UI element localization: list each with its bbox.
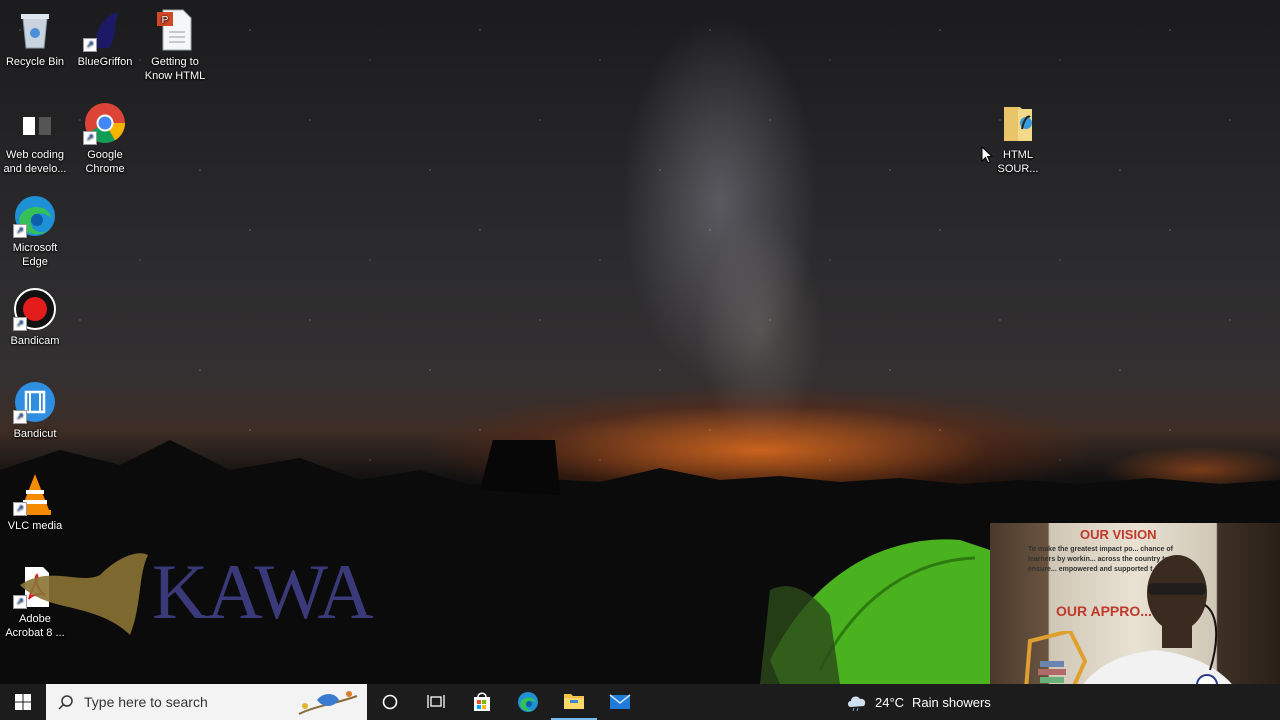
- bandicam-icon: ↗: [13, 287, 57, 331]
- bluegriffon-icon: ↗: [83, 8, 127, 52]
- cortana-button[interactable]: [367, 684, 413, 720]
- vlc-media-shortcut[interactable]: ↗ VLC media: [0, 472, 70, 533]
- shortcut-arrow-icon: ↗: [83, 38, 97, 52]
- windows-logo-icon: [15, 694, 31, 710]
- vlc-icon: ↗: [13, 472, 57, 516]
- shortcut-arrow-icon: ↗: [83, 131, 97, 145]
- rain-cloud-icon: [848, 696, 866, 711]
- shortcut-arrow-icon: ↗: [13, 410, 27, 424]
- icon-label: VLC media: [7, 520, 63, 532]
- bluegriffon-shortcut[interactable]: ↗ BlueGriffon: [70, 8, 140, 69]
- svg-text:P: P: [162, 15, 169, 26]
- search-icon: [58, 695, 73, 710]
- getting-to-know-html-shortcut[interactable]: P Getting to Know HTML: [140, 8, 210, 83]
- icon-label: Google Chrome: [85, 149, 125, 175]
- start-button[interactable]: [0, 684, 46, 720]
- icon-label: Bandicut: [13, 428, 57, 440]
- weather-widget[interactable]: 24°C Rain showers: [846, 684, 991, 720]
- file-explorer-icon: [564, 694, 584, 709]
- icon-label: Microsoft Edge: [12, 242, 58, 268]
- icon-label: HTML SOUR...: [997, 149, 1039, 175]
- microsoft-store-button[interactable]: [459, 684, 505, 720]
- icon-label: Bandicam: [10, 335, 60, 347]
- weather-temperature: 24°C: [875, 694, 905, 710]
- shortcut-arrow-icon: ↗: [13, 502, 27, 516]
- task-view-icon: [427, 695, 445, 708]
- search-placeholder: Type here to search: [84, 694, 208, 710]
- shortcut-arrow-icon: ↗: [13, 224, 27, 238]
- shortcut-arrow-icon: ↗: [13, 317, 27, 331]
- icon-label: Web coding and develo...: [3, 149, 67, 175]
- powerpoint-file-icon: P: [153, 8, 197, 52]
- store-icon: [474, 692, 490, 711]
- edge-icon: [518, 692, 538, 712]
- recycle-bin-icon: [13, 8, 57, 52]
- mail-icon: [609, 694, 631, 709]
- weather-description: Rain showers: [912, 694, 991, 710]
- kawa-watermark-text: KAWA: [152, 548, 374, 635]
- folder-icon: [996, 101, 1040, 145]
- google-chrome-shortcut[interactable]: ↗ Google Chrome: [70, 101, 140, 176]
- kawa-watermark: KAWA: [20, 545, 374, 645]
- search-highlight-bird-icon: [298, 691, 358, 715]
- recycle-bin-shortcut[interactable]: Recycle Bin: [0, 8, 70, 69]
- chrome-icon: ↗: [83, 101, 127, 145]
- task-view-button[interactable]: [413, 684, 459, 720]
- bandicut-shortcut[interactable]: ↗ Bandicut: [0, 380, 70, 441]
- mail-button[interactable]: [597, 684, 643, 720]
- bandicut-icon: ↗: [13, 380, 57, 424]
- taskbar-search-box[interactable]: Type here to search: [46, 684, 367, 720]
- web-coding-shortcut[interactable]: Web coding and develo...: [0, 101, 70, 176]
- icon-label: BlueGriffon: [77, 56, 133, 68]
- microsoft-edge-shortcut[interactable]: ↗ Microsoft Edge: [0, 194, 70, 269]
- edge-taskbar-button[interactable]: [505, 684, 551, 720]
- edge-icon: ↗: [13, 194, 57, 238]
- cortana-icon: [382, 694, 398, 710]
- icon-label: Getting to Know HTML: [144, 56, 206, 82]
- video-file-icon: [13, 101, 57, 145]
- html-source-folder[interactable]: HTML SOUR...: [983, 101, 1053, 176]
- icon-label: Recycle Bin: [5, 56, 65, 68]
- file-explorer-button[interactable]: [551, 684, 597, 720]
- mouse-cursor-icon: [981, 146, 993, 164]
- bandicam-shortcut[interactable]: ↗ Bandicam: [0, 287, 70, 348]
